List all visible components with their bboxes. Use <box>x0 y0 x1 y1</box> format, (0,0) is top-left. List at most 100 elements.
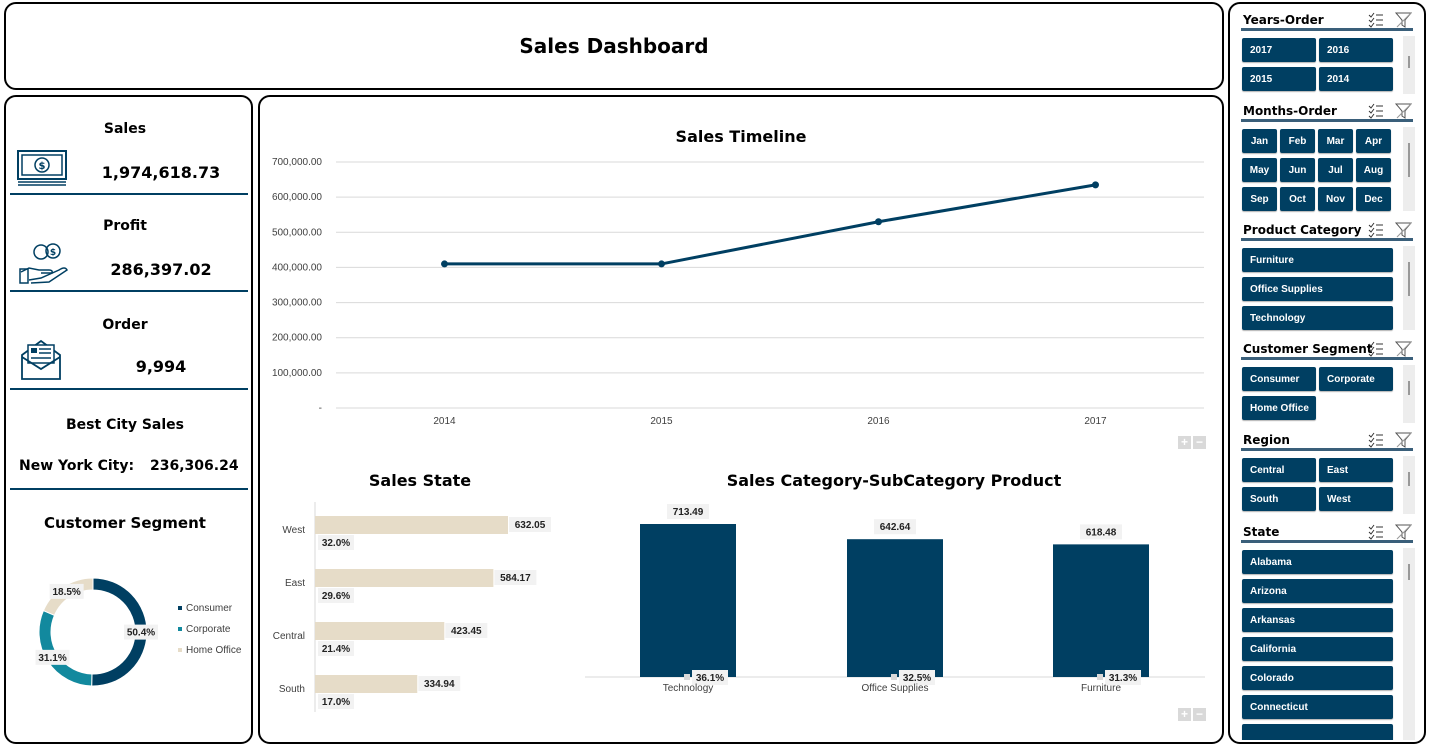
svg-text:$: $ <box>50 248 56 258</box>
slicer-scrollbar[interactable] <box>1403 548 1415 740</box>
donut-slice-corporate <box>38 609 93 687</box>
slicer-state: State Alabama Arizona Arkansas Californi… <box>1241 521 1415 741</box>
slicer-item-jan[interactable]: Jan <box>1242 129 1277 153</box>
slicer-body: Furniture Office Supplies Technology <box>1241 246 1415 330</box>
slicer-item-central[interactable]: Central <box>1242 458 1316 482</box>
y-tick-label: 600,000.00 <box>272 192 322 203</box>
slicer-item-nov[interactable]: Nov <box>1318 187 1353 211</box>
zoom-out-button[interactable]: − <box>1193 708 1206 721</box>
slicer-item-corporate[interactable]: Corporate <box>1319 367 1393 391</box>
slicer-item-technology[interactable]: Technology <box>1242 306 1393 330</box>
slicer-item-east[interactable]: East <box>1319 458 1393 482</box>
slicer-item-consumer[interactable]: Consumer <box>1242 367 1316 391</box>
donut-data-label: 31.1% <box>38 653 66 664</box>
slicer-item-next[interactable] <box>1242 724 1393 740</box>
segment-chart-title: Customer Segment <box>44 514 206 532</box>
slicer-customer-segment: Customer Segment Consumer Corporate Home… <box>1241 338 1415 423</box>
state-share-label: 17.0% <box>322 697 350 708</box>
slicer-item-arkansas[interactable]: Arkansas <box>1242 608 1393 632</box>
share-marker <box>684 674 690 680</box>
slicer-header: Months-Order <box>1241 100 1413 122</box>
legend-item: Consumer <box>186 603 233 614</box>
slicer-body: Alabama Arizona Arkansas California Colo… <box>1241 548 1415 740</box>
slicer-item-connecticut[interactable]: Connecticut <box>1242 695 1393 719</box>
slicer-item-mar[interactable]: Mar <box>1318 129 1353 153</box>
legend-item: Corporate <box>186 624 231 635</box>
slicer-header: Product Category <box>1241 219 1413 241</box>
slicer-item-2015[interactable]: 2015 <box>1242 67 1316 91</box>
slicer-item-2017[interactable]: 2017 <box>1242 38 1316 62</box>
donut-data-label: 18.5% <box>52 587 80 598</box>
state-value-label: 334.94 <box>424 679 455 690</box>
slicer-item-california[interactable]: California <box>1242 637 1393 661</box>
slicer-item-office-supplies[interactable]: Office Supplies <box>1242 277 1393 301</box>
state-value-label: 423.45 <box>451 626 482 637</box>
slicer-scrollbar[interactable] <box>1403 456 1415 514</box>
slicer-item-aug[interactable]: Aug <box>1356 158 1391 182</box>
timeline-point <box>875 218 882 226</box>
slicer-header: State <box>1241 521 1413 543</box>
y-tick-label: 100,000.00 <box>272 368 322 379</box>
slicer-item-colorado[interactable]: Colorado <box>1242 666 1393 690</box>
slicer-scrollbar[interactable] <box>1403 246 1415 330</box>
share-marker <box>891 674 897 680</box>
slicer-item-home-office[interactable]: Home Office <box>1242 396 1316 420</box>
slicer-region: Region Central East South West <box>1241 429 1415 514</box>
donut-data-label: 50.4% <box>127 628 155 639</box>
slicer-item-dec[interactable]: Dec <box>1356 187 1391 211</box>
title-panel: Sales Dashboard <box>4 2 1224 90</box>
slicer-item-oct[interactable]: Oct <box>1280 187 1315 211</box>
category-value-label: 618.48 <box>1086 527 1117 538</box>
slicer-item-feb[interactable]: Feb <box>1280 129 1315 153</box>
slicer-product-category: Product Category Furniture Office Suppli… <box>1241 219 1415 331</box>
segment-donut-chart: 50.4% 31.1% 18.5% Consumer Corporate Home Off… <box>35 577 242 687</box>
slicer-item-2016[interactable]: 2016 <box>1319 38 1393 62</box>
slicer-item-apr[interactable]: Apr <box>1356 129 1391 153</box>
slicer-scrollbar[interactable] <box>1403 365 1415 423</box>
y-tick-label: 200,000.00 <box>272 333 322 344</box>
slicer-item-2014[interactable]: 2014 <box>1319 67 1393 91</box>
kpi-separator <box>10 388 248 390</box>
category-axis-label: Technology <box>663 683 714 694</box>
slicer-header: Customer Segment <box>1241 338 1413 360</box>
sales-category-chart: 713.4936.1%Technology642.6432.5%Office S… <box>585 504 1205 694</box>
state-value-label: 584.17 <box>500 573 531 584</box>
timeline-point <box>1092 181 1099 189</box>
kpi-separator <box>10 488 248 490</box>
category-value-label: 642.64 <box>880 522 911 533</box>
slicer-item-jul[interactable]: Jul <box>1318 158 1353 182</box>
multi-select-icon[interactable] <box>1367 432 1413 448</box>
multi-select-icon[interactable] <box>1367 222 1413 238</box>
slicer-item-west[interactable]: West <box>1319 487 1393 511</box>
multi-select-icon[interactable] <box>1367 341 1413 357</box>
multi-select-icon[interactable] <box>1367 103 1413 119</box>
sales-timeline-chart: - 100,000.00 200,000.00 300,000.00 400,000.0… <box>272 157 1204 427</box>
slicer-item-jun[interactable]: Jun <box>1280 158 1315 182</box>
slicer-years: Years-Order 2017 2016 2015 2014 <box>1241 9 1415 94</box>
state-share-label: 32.0% <box>322 538 350 549</box>
y-tick-label: 400,000.00 <box>272 262 322 273</box>
slicer-item-south[interactable]: South <box>1242 487 1316 511</box>
slicer-item-arizona[interactable]: Arizona <box>1242 579 1393 603</box>
legend-swatch <box>178 606 182 610</box>
y-tick-label: 500,000.00 <box>272 227 322 238</box>
category-bar <box>640 524 736 677</box>
slicer-item-sep[interactable]: Sep <box>1242 187 1277 211</box>
zoom-out-button[interactable]: − <box>1193 436 1206 449</box>
slicer-item-may[interactable]: May <box>1242 158 1277 182</box>
slicer-scrollbar[interactable] <box>1403 36 1415 94</box>
zoom-in-button[interactable]: + <box>1178 436 1191 449</box>
slicer-body: 2017 2016 2015 2014 <box>1241 36 1415 94</box>
category-chart-title: Sales Category-SubCategory Product <box>726 471 1062 490</box>
legend-swatch <box>178 648 182 652</box>
category-axis-label: Furniture <box>1081 683 1121 694</box>
state-share-label: 29.6% <box>322 591 350 602</box>
zoom-in-button[interactable]: + <box>1178 708 1191 721</box>
legend-swatch <box>178 627 182 631</box>
slicer-scrollbar[interactable] <box>1403 127 1415 211</box>
slicer-item-furniture[interactable]: Furniture <box>1242 248 1393 272</box>
slicer-item-alabama[interactable]: Alabama <box>1242 550 1393 574</box>
state-bar <box>315 516 508 534</box>
multi-select-icon[interactable] <box>1367 524 1413 540</box>
multi-select-icon[interactable] <box>1367 12 1413 28</box>
